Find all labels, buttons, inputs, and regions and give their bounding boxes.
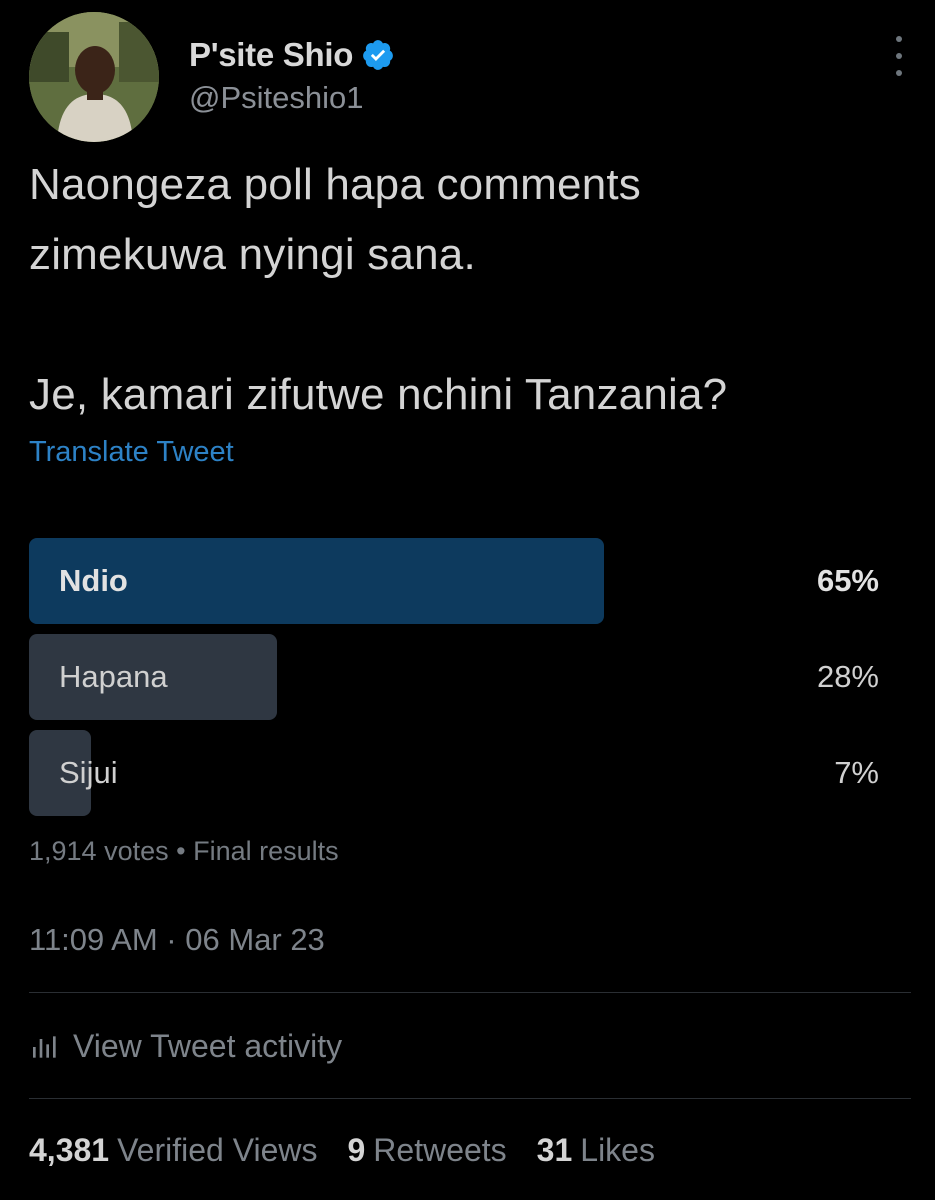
tweet-timestamp[interactable]: 11:09 AM · 06 Mar 23 — [29, 922, 325, 958]
more-options-icon[interactable] — [889, 36, 909, 76]
more-dot — [896, 70, 902, 76]
stat-label: Verified Views — [117, 1132, 318, 1168]
poll-option-percent: 28% — [816, 659, 879, 694]
avatar[interactable] — [29, 12, 159, 142]
display-name[interactable]: P'site Shio — [189, 36, 353, 74]
stat-count: 9 — [347, 1132, 366, 1168]
poll-option-percent: 65% — [816, 563, 879, 598]
verified-badge-icon — [363, 40, 393, 70]
poll-option: Hapana 28% — [29, 634, 879, 720]
tweet-stats: 4,381 Verified Views 9 Retweets 31 Likes — [29, 1132, 685, 1169]
bar-chart-icon — [33, 1035, 56, 1058]
stat-retweets[interactable]: 9 Retweets — [347, 1132, 506, 1169]
poll-option-percent: 7% — [834, 755, 879, 790]
more-dot — [896, 36, 902, 42]
poll-status: Final results — [193, 836, 339, 866]
more-dot — [896, 53, 902, 59]
poll-separator: • — [176, 836, 186, 866]
handle[interactable]: @Psiteshio1 — [189, 80, 395, 116]
tweet-header: P'site Shio @Psiteshio1 — [29, 12, 909, 144]
poll-option-label: Ndio — [59, 563, 128, 598]
divider — [29, 1098, 911, 1099]
divider — [29, 992, 911, 993]
poll-option-label: Sijui — [59, 755, 118, 790]
stat-count: 31 — [536, 1132, 573, 1168]
stat-count: 4,381 — [29, 1132, 110, 1168]
stat-views[interactable]: 4,381 Verified Views — [29, 1132, 317, 1169]
stat-likes[interactable]: 31 Likes — [537, 1132, 655, 1169]
view-tweet-activity-label: View Tweet activity — [73, 1028, 343, 1064]
poll-option-label: Hapana — [59, 659, 168, 694]
poll-option: Ndio 65% — [29, 538, 879, 624]
user-names: P'site Shio @Psiteshio1 — [189, 34, 395, 116]
poll: Ndio 65% Hapana 28% Sijui 7% — [29, 538, 879, 826]
tweet-text: Naongeza poll hapa comments zimekuwa nyi… — [29, 160, 728, 419]
stat-label: Retweets — [373, 1132, 507, 1168]
stat-label: Likes — [580, 1132, 655, 1168]
view-tweet-activity-button[interactable]: View Tweet activity — [29, 1028, 342, 1065]
poll-votes: 1,914 votes — [29, 836, 169, 866]
poll-meta: 1,914 votes • Final results — [29, 836, 339, 867]
translate-tweet-link[interactable]: Translate Tweet — [29, 436, 234, 469]
display-name-row: P'site Shio — [189, 34, 395, 76]
poll-option: Sijui 7% — [29, 730, 879, 816]
